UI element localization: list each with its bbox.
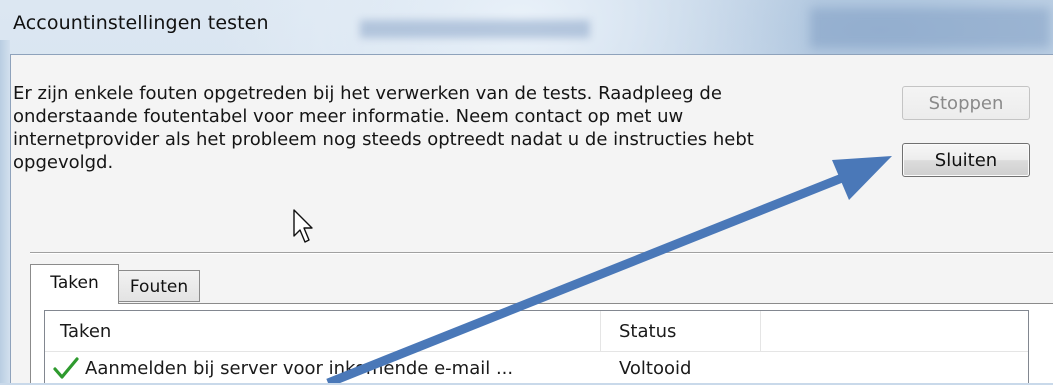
window-border — [0, 40, 10, 383]
tab-tasks[interactable]: Taken — [30, 264, 119, 304]
column-header-tasks[interactable]: Taken — [45, 311, 601, 351]
list-header: Taken Status — [45, 311, 1028, 352]
close-button[interactable]: Sluiten — [902, 143, 1030, 177]
window-title: Accountinstellingen testen — [13, 12, 269, 34]
mouse-cursor-icon — [293, 209, 313, 243]
error-message: Er zijn enkele fouten opgetreden bij het… — [13, 83, 754, 173]
table-row[interactable]: Aanmelden bij server voor inkomende e-ma… — [45, 352, 1028, 384]
column-header-status[interactable]: Status — [601, 311, 761, 351]
check-icon — [53, 356, 79, 380]
tasks-list: Taken Status Aanmelden bij server voor i… — [44, 310, 1029, 383]
task-label: Aanmelden bij server voor inkomende e-ma… — [85, 357, 514, 379]
stop-button[interactable]: Stoppen — [902, 86, 1030, 120]
status-cell: Voltooid — [619, 357, 692, 379]
tab-errors[interactable]: Fouten — [118, 270, 200, 302]
task-cell: Aanmelden bij server voor inkomende e-ma… — [53, 352, 593, 384]
separator — [30, 252, 1053, 254]
